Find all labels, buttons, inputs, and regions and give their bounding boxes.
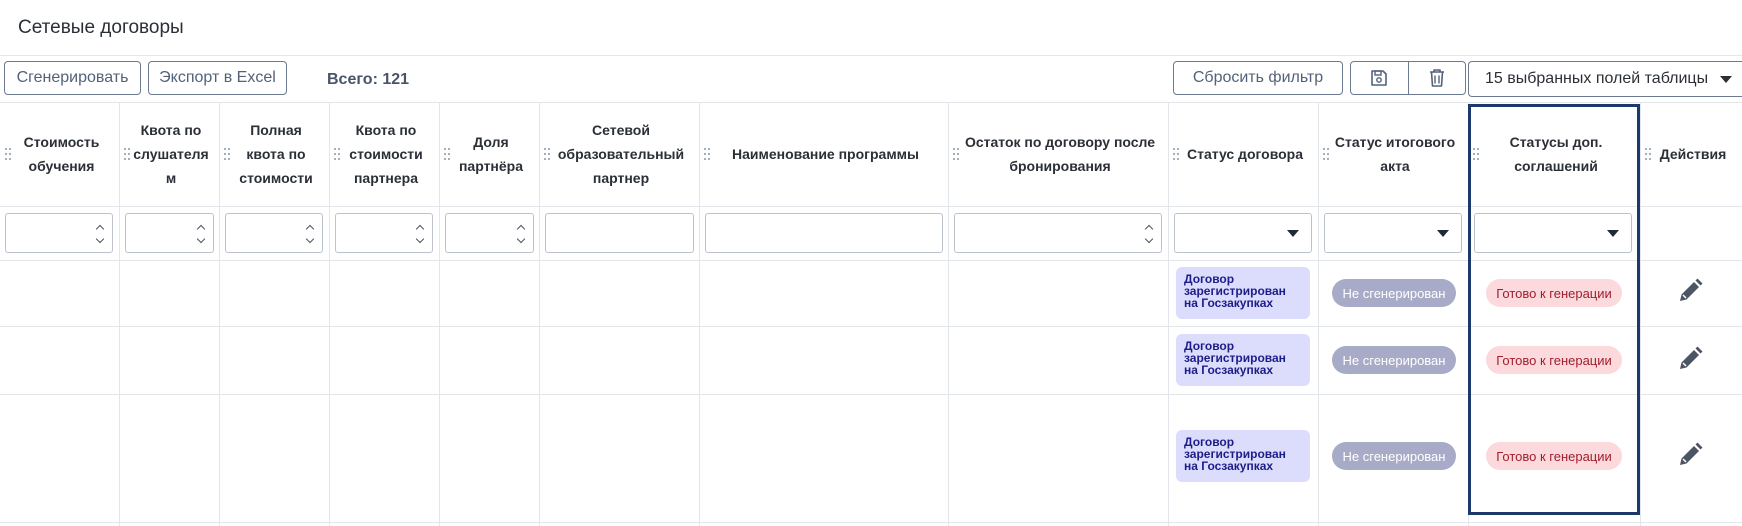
drag-handle-icon[interactable]	[1323, 148, 1329, 160]
drag-handle-icon[interactable]	[544, 148, 550, 160]
contract-status-badge: Договор зарегистрирован на Госзакупках	[1176, 334, 1310, 386]
filter-full-quota-input[interactable]	[225, 213, 323, 253]
filter-program-name-input[interactable]	[705, 213, 943, 253]
column-header-supplement-statuses[interactable]: Статусы доп. соглашений	[1468, 102, 1640, 206]
column-header-contract-status[interactable]: Статус договора	[1168, 102, 1318, 206]
drag-handle-icon[interactable]	[704, 148, 710, 160]
filter-network-partner-input[interactable]	[545, 213, 694, 253]
spinner-arrows-icon[interactable]	[1144, 219, 1155, 247]
column-header-partner-share[interactable]: Доля партнёра	[439, 102, 539, 206]
column-header-balance[interactable]: Остаток по договору после бронирования	[948, 102, 1168, 206]
pencil-icon[interactable]	[1676, 345, 1704, 373]
supplement-status-badge: Готово к генерации	[1486, 442, 1622, 470]
column-header-label: Сетевой образовательный партнер	[557, 122, 685, 186]
column-header-label: Статусы доп. соглашений	[1509, 134, 1603, 174]
column-header-actions[interactable]: Действия	[1640, 102, 1742, 206]
filter-partner-quota-input[interactable]	[335, 213, 433, 253]
spinner-arrows-icon[interactable]	[305, 219, 316, 247]
column-header-label: Доля партнёра	[458, 134, 524, 174]
save-button[interactable]	[1351, 62, 1408, 94]
save-icon	[1371, 70, 1388, 86]
column-header-quota-listeners[interactable]: Квота по слушателям	[119, 102, 219, 206]
column-header-act-status[interactable]: Статус итогового акта	[1318, 102, 1468, 206]
pencil-icon[interactable]	[1676, 441, 1704, 469]
page-header: Сетевые договоры	[0, 0, 1742, 56]
export-excel-button[interactable]: Экспорт в Excel	[148, 61, 287, 95]
column-header-network-partner[interactable]: Сетевой образовательный партнер	[539, 102, 699, 206]
total-count: Всего: 121	[327, 71, 410, 88]
filter-act-status-select[interactable]	[1324, 213, 1462, 253]
spinner-arrows-icon[interactable]	[196, 219, 207, 247]
column-header-label: Стоимость обучения	[23, 134, 100, 174]
page-title: Сетевые договоры	[18, 17, 184, 38]
drag-handle-icon[interactable]	[124, 148, 130, 160]
spinner-arrows-icon[interactable]	[95, 219, 106, 247]
column-header-partner-quota[interactable]: Квота по стоимости партнера	[329, 102, 439, 206]
contract-status-badge: Договор зарегистрирован на Госзакупках	[1176, 267, 1310, 319]
filter-supplement-status-select[interactable]	[1474, 213, 1632, 253]
toolbar: Сгенерировать Экспорт в Excel Всего: 121…	[0, 56, 1742, 102]
supplement-status-badge: Готово к генерации	[1486, 279, 1622, 307]
filter-quota-listeners-input[interactable]	[125, 213, 214, 253]
drag-handle-icon[interactable]	[1173, 148, 1179, 160]
act-status-badge: Не сгенерирован	[1332, 279, 1456, 307]
delete-button[interactable]	[1407, 62, 1466, 94]
column-header-label: Действия	[1659, 146, 1727, 162]
reset-filter-button[interactable]: Сбросить фильтр	[1173, 61, 1343, 95]
filter-contract-status-select[interactable]	[1174, 213, 1312, 253]
column-header-label: Статус договора	[1186, 146, 1304, 162]
contracts-table: Стоимость обучения Квота по слушателям П…	[0, 102, 1742, 526]
drag-handle-icon[interactable]	[1473, 148, 1479, 160]
filter-balance-input[interactable]	[954, 213, 1162, 253]
table-actions-group	[1350, 61, 1466, 95]
filter-partner-share-input[interactable]	[445, 213, 534, 253]
act-status-badge: Не сгенерирован	[1332, 346, 1456, 374]
spinner-arrows-icon[interactable]	[516, 219, 527, 247]
contract-status-badge: Договор зарегистрирован на Госзакупках	[1176, 430, 1310, 482]
table-fields-select[interactable]: 15 выбранных полей таблицы	[1468, 61, 1742, 97]
chevron-down-icon	[1720, 76, 1732, 83]
drag-handle-icon[interactable]	[953, 148, 959, 160]
drag-handle-icon[interactable]	[334, 148, 340, 160]
drag-handle-icon[interactable]	[224, 148, 230, 160]
trash-icon	[1429, 69, 1444, 87]
column-header-label: Статус итогового акта	[1334, 134, 1456, 174]
chevron-down-icon	[1437, 230, 1449, 237]
drag-handle-icon[interactable]	[444, 148, 450, 160]
act-status-badge: Не сгенерирован	[1332, 442, 1456, 470]
drag-handle-icon[interactable]	[5, 148, 11, 160]
chevron-down-icon	[1287, 230, 1299, 237]
column-header-cost[interactable]: Стоимость обучения	[0, 102, 119, 206]
column-header-label: Квота по слушателям	[133, 122, 209, 186]
filter-cost-input[interactable]	[5, 213, 113, 253]
generate-button[interactable]: Сгенерировать	[4, 61, 141, 95]
drag-handle-icon[interactable]	[1645, 148, 1651, 160]
table-fields-select-value: 15 выбранных полей таблицы	[1485, 70, 1709, 87]
supplement-status-badge: Готово к генерации	[1486, 346, 1622, 374]
column-header-label: Наименование программы	[732, 146, 919, 162]
column-header-program-name[interactable]: Наименование программы	[699, 102, 948, 206]
chevron-down-icon	[1607, 230, 1619, 237]
column-header-full-quota[interactable]: Полная квота по стоимости	[219, 102, 329, 206]
spinner-arrows-icon[interactable]	[415, 219, 426, 247]
column-header-label: Полная квота по стоимости	[239, 122, 313, 186]
column-header-label: Остаток по договору после бронирования	[964, 134, 1156, 174]
column-header-label: Квота по стоимости партнера	[349, 122, 423, 186]
pencil-icon[interactable]	[1676, 277, 1704, 305]
